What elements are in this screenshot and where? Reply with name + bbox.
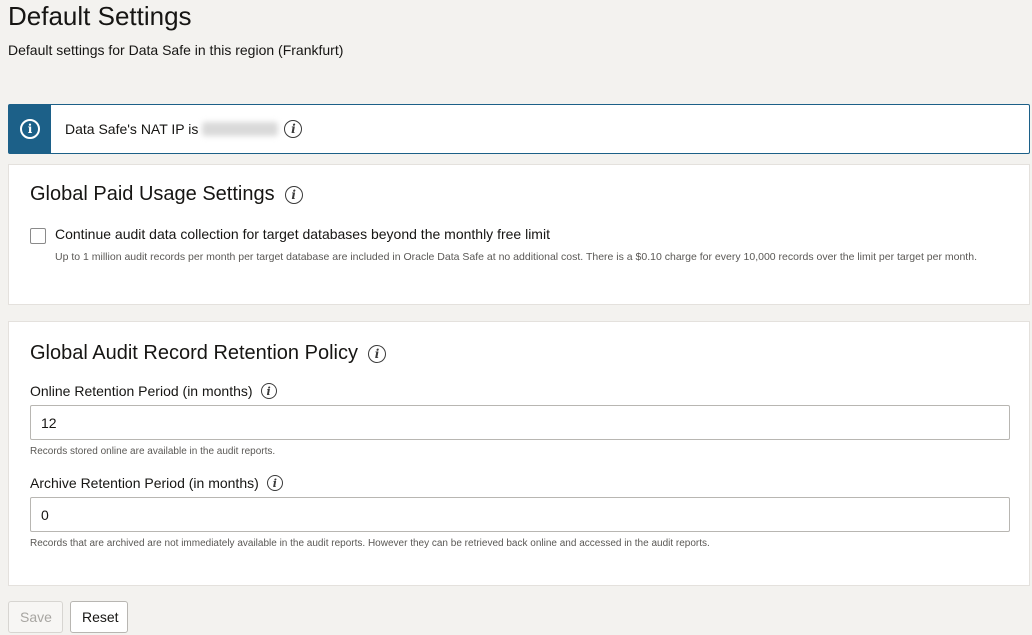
online-retention-label: Online Retention Period (in months) [30, 383, 253, 399]
paid-usage-title-row: Global Paid Usage Settings i [30, 183, 303, 206]
banner-icon-container: i [9, 105, 51, 153]
online-retention-label-row: Online Retention Period (in months) i [30, 383, 277, 399]
paid-usage-help: Up to 1 million audit records per month … [55, 251, 977, 263]
online-retention-help: Records stored online are available in t… [30, 446, 276, 457]
archive-retention-label-row: Archive Retention Period (in months) i [30, 475, 283, 491]
paid-usage-card: Global Paid Usage Settings i Continue au… [8, 164, 1030, 305]
info-icon: i [20, 119, 40, 139]
continue-collection-label[interactable]: Continue audit data collection for targe… [55, 226, 550, 242]
info-icon[interactable]: i [367, 344, 386, 363]
archive-retention-input[interactable] [30, 497, 1010, 532]
online-retention-input[interactable] [30, 405, 1010, 440]
redacted-ip [202, 122, 279, 136]
retention-policy-card: Global Audit Record Retention Policy i O… [8, 321, 1030, 586]
info-icon[interactable]: i [266, 475, 283, 491]
info-icon[interactable]: i [260, 383, 277, 399]
page-subtitle: Default settings for Data Safe in this r… [8, 42, 344, 58]
archive-retention-label: Archive Retention Period (in months) [30, 475, 259, 491]
retention-title-row: Global Audit Record Retention Policy i [30, 342, 386, 365]
retention-title: Global Audit Record Retention Policy [30, 342, 358, 364]
save-button[interactable]: Save [8, 601, 63, 633]
page-title: Default Settings [8, 1, 192, 31]
banner-text: Data Safe's NAT IP is [65, 121, 199, 137]
info-icon[interactable]: i [284, 120, 303, 138]
continue-collection-checkbox[interactable] [30, 228, 46, 244]
paid-usage-title: Global Paid Usage Settings [30, 183, 275, 205]
banner-message: Data Safe's NAT IP is i [65, 120, 303, 138]
nat-ip-banner: i Data Safe's NAT IP is i [8, 104, 1030, 154]
reset-button[interactable]: Reset [70, 601, 128, 633]
info-icon[interactable]: i [284, 185, 303, 204]
archive-retention-help: Records that are archived are not immedi… [30, 538, 710, 549]
